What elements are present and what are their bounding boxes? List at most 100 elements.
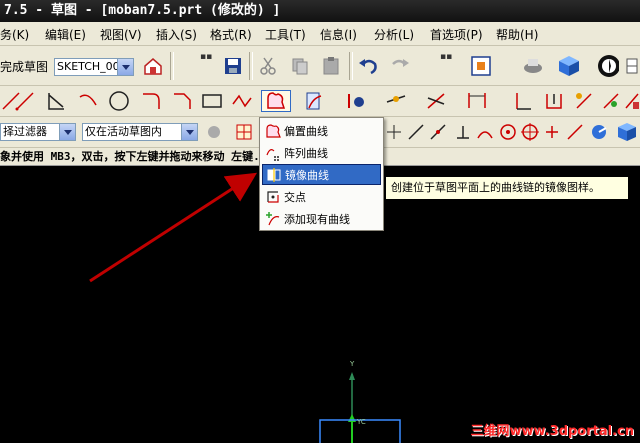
cut-button[interactable] (257, 55, 279, 77)
scope-filter-select[interactable]: 仅在活动草图内 (82, 123, 198, 141)
perpendicular-button[interactable] (513, 90, 535, 112)
line-tool-button[interactable] (14, 90, 36, 112)
scissors-icon (260, 57, 276, 75)
cross-lines-icon (427, 93, 445, 109)
curve-from-curves-button[interactable] (261, 90, 291, 112)
copy-icon (292, 58, 308, 75)
fixed-constraint-button[interactable] (543, 90, 565, 112)
bracket-icon (546, 94, 562, 109)
undo-button[interactable] (357, 55, 379, 77)
dimension-tool-button[interactable] (466, 90, 488, 112)
show-constraints-button[interactable] (600, 90, 622, 112)
snap-existing-point-button[interactable] (541, 121, 563, 143)
snap-quadrant-icon (521, 123, 539, 141)
copy-button[interactable] (289, 55, 311, 77)
dropdown-item-add-existing-curve[interactable]: 添加现有曲线 (262, 208, 381, 229)
offset-curve-icon (266, 123, 281, 138)
snap-solid-button[interactable] (616, 121, 638, 143)
menu-tools[interactable]: 工具(T) (265, 26, 306, 43)
circle-tool-button[interactable] (108, 90, 130, 112)
render-style-button[interactable] (522, 55, 544, 77)
toolbar-handle-icon: ▪▪ (200, 52, 213, 62)
save-button[interactable] (222, 55, 244, 77)
menu-format[interactable]: 格式(R) (210, 26, 252, 43)
snap-endpoint-button[interactable] (383, 121, 405, 143)
type-filter-select[interactable]: 择过滤器 (0, 123, 76, 141)
type-filter-value: 择过滤器 (3, 125, 47, 138)
perpendicular-icon (516, 93, 531, 110)
point-on-curve-icon (386, 95, 406, 103)
snap-point-button[interactable] (233, 121, 255, 143)
snap-existing-point-icon (546, 126, 558, 138)
snap-perpendicular-icon (457, 126, 469, 139)
fit-view-button[interactable] (470, 55, 492, 77)
dropdown-item-intersection-point[interactable]: 交点 (262, 186, 381, 207)
menu-preferences[interactable]: 首选项(P) (430, 26, 483, 43)
show-constraints-icon (603, 93, 619, 109)
dimension-icon (468, 93, 486, 108)
spline-icon (232, 94, 252, 108)
cube-icon (618, 123, 636, 141)
standard-toolbar: 完成草图 SKETCH_000 ▪▪ ▪▪ (0, 46, 640, 86)
more-button[interactable] (624, 55, 640, 77)
finish-sketch-label[interactable]: 完成草图 (0, 58, 48, 75)
snap-quadrant-button[interactable] (519, 121, 541, 143)
sketch-name-select[interactable]: SKETCH_000 (54, 58, 134, 76)
snap-line-button[interactable] (405, 121, 427, 143)
delete-constraint-button[interactable] (622, 90, 640, 112)
menu-task[interactable]: 务(K) (0, 26, 29, 43)
snap-center-button[interactable] (497, 121, 519, 143)
redo-button[interactable] (389, 55, 411, 77)
chamfer-icon (174, 93, 191, 109)
tooltip: 创建位于草图平面上的曲线链的镜像图样。 (385, 176, 629, 200)
window-title: 7.5 - 草图 - [moban7.5.prt (修改的) ] (0, 0, 640, 22)
menu-view[interactable]: 视图(V) (100, 26, 142, 43)
dropdown-item-pattern-curve[interactable]: 阵列曲线 (262, 142, 381, 163)
menu-info[interactable]: 信息(I) (320, 26, 357, 43)
menu-insert[interactable]: 插入(S) (156, 26, 197, 43)
arc-tool-button[interactable] (77, 90, 99, 112)
snap-surface-button[interactable] (588, 121, 610, 143)
orient-button[interactable] (597, 55, 619, 77)
dimension-button[interactable] (385, 90, 407, 112)
intersection-point-icon (267, 190, 279, 203)
rectangle-tool-button[interactable] (201, 90, 223, 112)
menu-help[interactable]: 帮助(H) (496, 26, 538, 43)
chevron-down-icon[interactable] (59, 124, 75, 140)
house-icon (144, 58, 162, 75)
mirror-curve-icon (267, 167, 281, 182)
spline-tool-button[interactable] (231, 90, 253, 112)
dropdown-item-offset-curve[interactable]: 偏置曲线 (262, 120, 381, 141)
auto-constraint-button[interactable] (573, 90, 595, 112)
select-hand-button[interactable] (203, 121, 225, 143)
undo-icon (359, 59, 377, 75)
chevron-down-icon[interactable] (117, 59, 133, 75)
fillet-icon (143, 93, 160, 109)
snap-perpendicular-button[interactable] (452, 121, 474, 143)
fillet-tool-button[interactable] (140, 90, 162, 112)
paste-button[interactable] (320, 55, 342, 77)
menu-edit[interactable]: 编辑(E) (45, 26, 86, 43)
chamfer-tool-button[interactable] (171, 90, 193, 112)
snap-on-curve-icon (567, 124, 583, 140)
snap-tangent-icon (477, 131, 493, 139)
shaded-view-button[interactable] (557, 55, 579, 77)
trim-tool-button[interactable] (45, 90, 67, 112)
snap-line-icon (408, 124, 424, 140)
snap-surface-icon (592, 125, 607, 139)
snap-tangent-button[interactable] (474, 121, 496, 143)
constraint-button[interactable] (345, 90, 367, 112)
project-curve-button[interactable] (303, 90, 325, 112)
auto-constraint-icon (576, 93, 592, 109)
snap-on-curve-button[interactable] (564, 121, 586, 143)
intersect-constraint-button[interactable] (425, 90, 447, 112)
menu-analysis[interactable]: 分析(L) (374, 26, 414, 43)
chevron-down-icon[interactable] (181, 124, 197, 140)
offset-curve-icon (267, 92, 286, 109)
dropdown-item-mirror-curve[interactable]: 镜像曲线 (262, 164, 381, 185)
sketch-orient-button[interactable] (142, 55, 164, 77)
watermark: 三维网www.3dportal.cn (470, 424, 634, 439)
dropdown-item-label: 阵列曲线 (284, 146, 328, 160)
snap-midpoint-button[interactable] (427, 121, 449, 143)
snap-endpoint-icon (387, 125, 401, 139)
